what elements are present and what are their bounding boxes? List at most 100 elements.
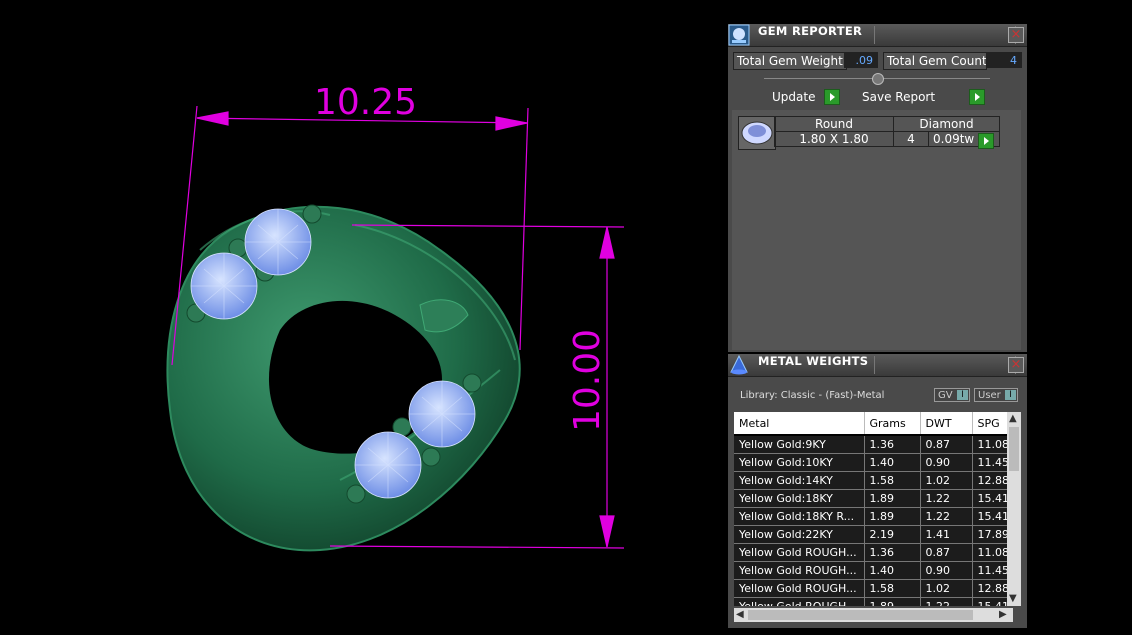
total-gem-weight-value: .09	[844, 52, 878, 68]
gem-shape: Round	[774, 116, 894, 132]
3d-viewport[interactable]: 10.25 10.00	[0, 0, 720, 632]
scroll-left-icon[interactable]: ◀	[736, 608, 744, 622]
gem-weight-value: 0.09tw	[933, 132, 975, 146]
column-header[interactable]: Grams	[864, 412, 921, 436]
gem-reporter-close-button[interactable]: ×	[1008, 27, 1024, 43]
table-cell: Yellow Gold:9KY	[734, 435, 865, 454]
gem-size: 1.80 X 1.80	[774, 131, 894, 147]
table-cell: 1.41	[920, 525, 973, 544]
table-cell: 0.87	[920, 435, 973, 454]
update-button-label: Update	[772, 90, 816, 104]
table-cell: 1.02	[920, 471, 973, 490]
table-cell: 1.89	[864, 507, 921, 526]
vertical-scrollbar[interactable]: ▲ ▼	[1007, 412, 1021, 606]
table-cell: 0.87	[920, 543, 973, 562]
cone-icon	[730, 354, 748, 375]
table-cell: Yellow Gold:14KY	[734, 471, 865, 490]
gem-reporter-titlebar[interactable]: GEM REPORTER ×	[728, 24, 1027, 47]
scroll-right-icon[interactable]: ▶	[999, 608, 1007, 622]
metal-weights-title: METAL WEIGHTS	[758, 354, 869, 368]
gem-material: Diamond	[893, 116, 1000, 132]
save-report-button-label: Save Report	[862, 90, 936, 104]
gem-report-icon	[728, 24, 750, 46]
table-cell: 1.40	[864, 453, 921, 472]
gv-label: GV	[938, 390, 953, 401]
play-icon	[824, 89, 840, 105]
table-cell: 1.40	[864, 561, 921, 580]
update-button[interactable]: Update	[772, 89, 840, 105]
table-cell: 1.36	[864, 435, 921, 454]
table-row[interactable]: Yellow Gold:18KY R... 1.89 1.22 15.41	[734, 507, 1013, 526]
metal-weights-panel: METAL WEIGHTS × Library: Classic - (Fast…	[728, 354, 1027, 628]
table-row[interactable]: Yellow Gold ROUGH...1.891.2215.41	[734, 597, 1013, 606]
play-icon	[978, 133, 994, 149]
table-cell: Yellow Gold ROUGH...	[734, 579, 865, 598]
close-icon: ×	[1010, 27, 1022, 42]
dimension-height-label: 10.00	[567, 329, 608, 432]
gem-list: Round Diamond 1.80 X 1.80 4 0.09tw	[732, 110, 1021, 350]
gem-count: 4	[893, 131, 929, 147]
table-cell: Yellow Gold:18KY R...	[734, 507, 865, 526]
user-label: User	[978, 390, 1001, 401]
table-row[interactable]: Yellow Gold ROUGH... 1.40 0.90 11.45	[734, 561, 1013, 580]
table-row[interactable]: Yellow Gold ROUGH... 1.36 0.87 11.08	[734, 543, 1013, 562]
user-toggle[interactable]: User I	[974, 388, 1018, 402]
horizontal-scrollbar[interactable]: ◀ ▶	[734, 608, 1013, 622]
table-cell: 1.22	[920, 489, 973, 508]
total-gem-weight-label: Total Gem Weight	[733, 52, 847, 70]
metal-weights-titlebar[interactable]: METAL WEIGHTS ×	[728, 354, 1027, 377]
table-cell: Yellow Gold ROUGH...	[734, 597, 865, 606]
total-gem-count-value: 4	[986, 52, 1022, 68]
table-cell: 1.58	[864, 471, 921, 490]
table-row[interactable]: Yellow Gold:9KY 1.36 0.87 11.08	[734, 435, 1013, 454]
scroll-down-icon[interactable]: ▼	[1009, 592, 1017, 606]
gem-reporter-panel: GEM REPORTER × Total Gem Weight .09 Tota…	[728, 24, 1027, 352]
ring-model: 10.25 10.00	[166, 82, 625, 552]
save-report-button[interactable]: Save Report	[862, 89, 985, 105]
toggle-icon: I	[957, 390, 968, 400]
table-row[interactable]: Yellow Gold:22KY 2.19 1.41 17.89	[734, 525, 1013, 544]
table-cell: 1.02	[920, 579, 973, 598]
table-cell: 2.19	[864, 525, 921, 544]
scroll-up-icon[interactable]: ▲	[1009, 412, 1017, 426]
table-cell: 1.36	[864, 543, 921, 562]
table-cell: Yellow Gold:22KY	[734, 525, 865, 544]
table-row[interactable]: Yellow Gold:14KY 1.58 1.02 12.88	[734, 471, 1013, 490]
gem-details-button[interactable]	[978, 133, 994, 149]
titlebar-separator	[874, 26, 1016, 44]
table-cell: 0.90	[920, 561, 973, 580]
gem-table: Round Diamond 1.80 X 1.80 4 0.09tw	[774, 116, 1000, 147]
scroll-thumb[interactable]	[1009, 427, 1019, 471]
titlebar-separator	[874, 356, 1016, 374]
toggle-icon: I	[1005, 390, 1016, 400]
table-cell: Yellow Gold:18KY	[734, 489, 865, 508]
metal-weights-close-button[interactable]: ×	[1008, 357, 1024, 373]
table-cell: Yellow Gold ROUGH...	[734, 561, 865, 580]
table-cell: 1.89	[864, 489, 921, 508]
table-row[interactable]: Yellow Gold:10KY 1.40 0.90 11.45	[734, 453, 1013, 472]
table-cell: 1.58	[864, 579, 921, 598]
list-item[interactable]	[738, 116, 776, 150]
table-cell: 1.89	[864, 597, 921, 606]
round-gem-icon	[741, 121, 773, 145]
play-icon	[969, 89, 985, 105]
table-cell: Yellow Gold ROUGH...	[734, 543, 865, 562]
total-gem-count-label: Total Gem Count	[883, 52, 987, 70]
dimension-width-label: 10.25	[314, 82, 417, 123]
table-cell: 1.22	[920, 597, 973, 606]
gv-toggle[interactable]: GV I	[934, 388, 970, 402]
library-label: Library: Classic - (Fast)-Metal	[740, 390, 885, 401]
column-header[interactable]: DWT	[920, 412, 973, 436]
table-row[interactable]: Yellow Gold:18KY 1.89 1.22 15.41	[734, 489, 1013, 508]
splitter-handle[interactable]	[764, 73, 990, 85]
table-cell: 0.90	[920, 453, 973, 472]
splitter-grip-icon	[872, 73, 884, 85]
table-row[interactable]: Yellow Gold ROUGH... 1.58 1.02 12.88	[734, 579, 1013, 598]
close-icon: ×	[1010, 357, 1022, 372]
column-header[interactable]: Metal	[734, 412, 865, 436]
metal-weights-table: Metal Grams DWT SPG Yellow Gold:9KY 1.36 0.87…	[734, 412, 1013, 606]
table-cell: 1.22	[920, 507, 973, 526]
scroll-thumb[interactable]	[748, 610, 973, 620]
gem-reporter-title: GEM REPORTER	[758, 24, 863, 38]
table-cell: Yellow Gold:10KY	[734, 453, 865, 472]
